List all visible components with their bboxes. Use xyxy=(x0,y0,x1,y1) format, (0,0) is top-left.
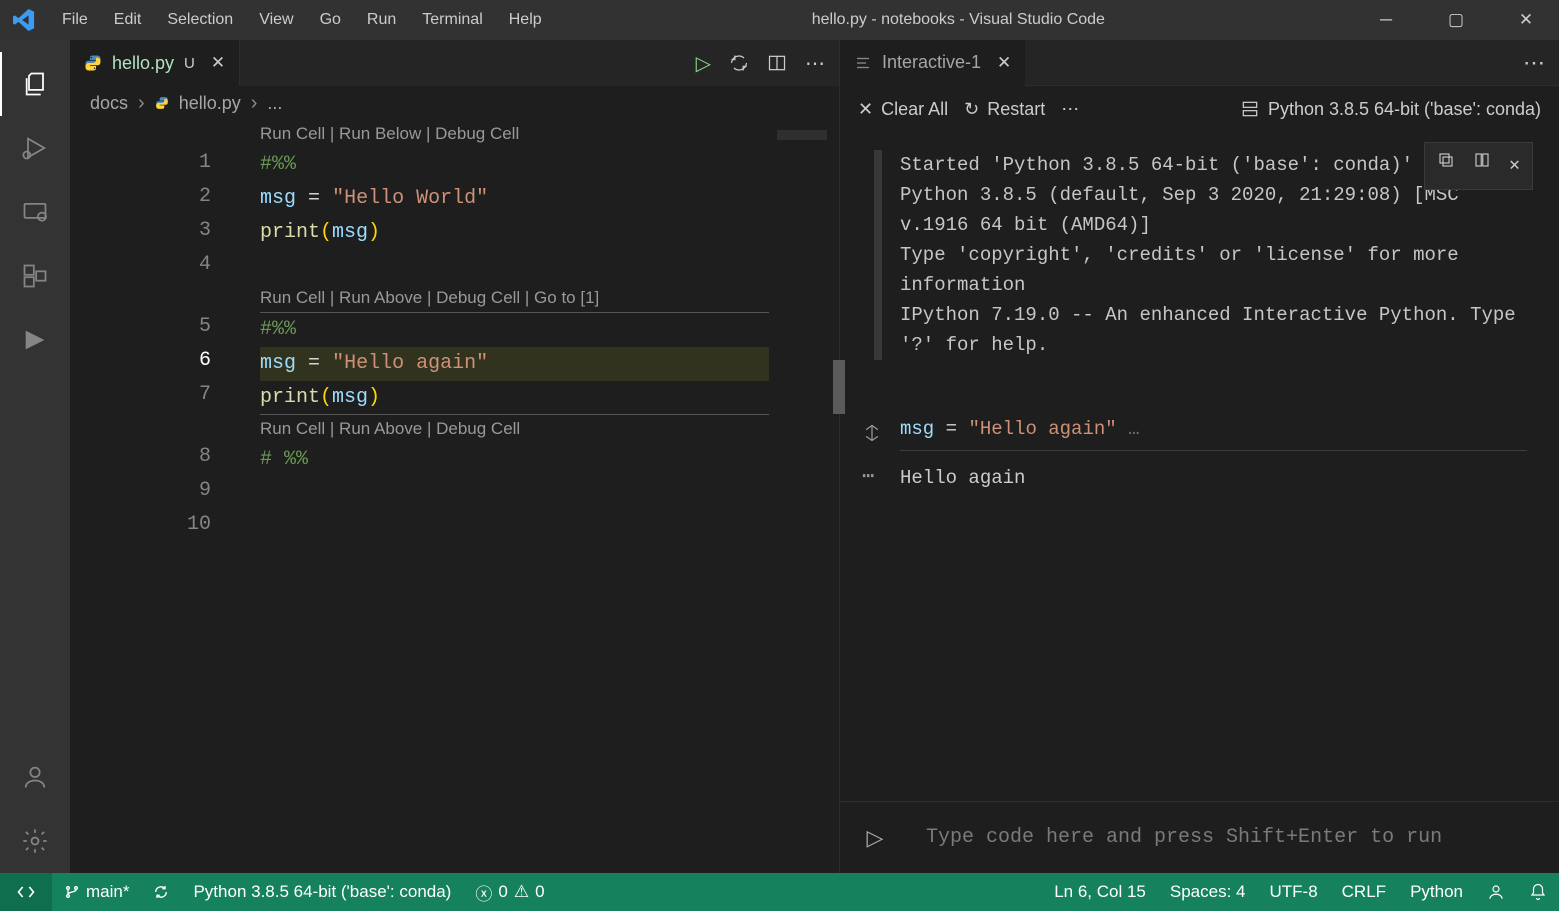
code-editor[interactable]: Run Cell | Run Below | Debug Cell 1234 5… xyxy=(70,120,839,873)
run-cell-icon[interactable] xyxy=(729,53,749,73)
editor-actions: ▷ ⋯ xyxy=(696,51,839,76)
language-mode[interactable]: Python xyxy=(1398,882,1475,902)
goto-code-icon[interactable] xyxy=(1473,151,1491,181)
tab-hello-py[interactable]: hello.py U ✕ xyxy=(70,40,240,86)
problems-indicator[interactable]: ⓧ0 ⚠0 xyxy=(463,880,556,905)
interactive-input[interactable] xyxy=(910,826,1559,849)
kernel-picker[interactable]: Python 3.8.5 64-bit ('base': conda) xyxy=(1240,99,1541,120)
close-icon: ✕ xyxy=(858,99,873,120)
maximize-button[interactable]: ▢ xyxy=(1433,10,1479,30)
menu-bar: File Edit Selection View Go Run Terminal… xyxy=(50,5,554,35)
server-icon xyxy=(1240,99,1260,119)
tab-modified-indicator: U xyxy=(184,55,195,72)
more-actions-icon[interactable]: ⋯ xyxy=(1061,99,1079,120)
menu-edit[interactable]: Edit xyxy=(102,5,154,35)
jupyter-icon[interactable] xyxy=(0,308,70,372)
menu-help[interactable]: Help xyxy=(497,5,554,35)
run-debug-icon[interactable] xyxy=(0,116,70,180)
accounts-icon[interactable] xyxy=(0,745,70,809)
copy-icon[interactable] xyxy=(1437,151,1455,181)
close-tab-icon[interactable]: ✕ xyxy=(997,53,1011,73)
cell-toolbar: ✕ xyxy=(1424,142,1533,190)
editor-tab-bar: hello.py U ✕ ▷ ⋯ xyxy=(70,40,839,86)
window-title: hello.py - notebooks - Visual Studio Cod… xyxy=(554,11,1363,29)
restart-icon: ↻ xyxy=(964,99,979,120)
restart-button[interactable]: ↻ Restart xyxy=(964,99,1045,120)
encoding[interactable]: UTF-8 xyxy=(1257,882,1329,902)
tab-label: hello.py xyxy=(112,53,174,74)
menu-file[interactable]: File xyxy=(50,5,100,35)
input-cell-code: msg = "Hello again" … xyxy=(900,414,1527,451)
feedback-icon[interactable] xyxy=(1475,883,1517,901)
cell-indicator xyxy=(874,150,882,360)
editor-group: hello.py U ✕ ▷ ⋯ docs › xyxy=(70,40,840,873)
vscode-logo-icon xyxy=(10,9,38,31)
chevron-right-icon: › xyxy=(138,92,145,115)
remote-explorer-icon[interactable] xyxy=(0,180,70,244)
activity-bar xyxy=(0,40,70,873)
remote-indicator[interactable] xyxy=(0,873,52,911)
more-actions-icon[interactable]: ⋯ xyxy=(805,51,825,76)
split-editor-icon[interactable] xyxy=(767,53,787,73)
explorer-icon[interactable] xyxy=(0,52,70,116)
python-file-icon xyxy=(84,54,102,72)
menu-selection[interactable]: Selection xyxy=(155,5,245,35)
extensions-icon[interactable] xyxy=(0,244,70,308)
menu-run[interactable]: Run xyxy=(355,5,408,35)
output-marker-icon: ⋯ xyxy=(862,463,874,493)
settings-gear-icon[interactable] xyxy=(0,809,70,873)
execute-input-icon[interactable]: ▷ xyxy=(840,825,910,851)
interactive-toolbar: ✕ Clear All ↻ Restart ⋯ Python 3.8.5 64-… xyxy=(840,86,1559,132)
delete-cell-icon[interactable]: ✕ xyxy=(1509,151,1520,181)
status-bar: main* Python 3.8.5 64-bit ('base': conda… xyxy=(0,873,1559,911)
interactive-tab-bar: Interactive-1 ✕ ⋯ xyxy=(840,40,1559,86)
breadcrumb-tail[interactable]: ... xyxy=(267,93,282,114)
more-actions-icon[interactable]: ⋯ xyxy=(1523,50,1559,76)
title-bar: File Edit Selection View Go Run Terminal… xyxy=(0,0,1559,40)
execute-icon[interactable] xyxy=(862,423,882,443)
interactive-output[interactable]: ✕ Started 'Python 3.8.5 64-bit ('base': … xyxy=(840,132,1559,801)
cursor-position[interactable]: Ln 6, Col 15 xyxy=(1042,882,1158,902)
close-window-button[interactable]: ✕ xyxy=(1503,10,1549,30)
breadcrumb-root[interactable]: docs xyxy=(90,93,128,114)
breadcrumb[interactable]: docs › hello.py › ... xyxy=(70,86,839,120)
sync-button[interactable] xyxy=(141,884,181,900)
chevron-right-icon: › xyxy=(251,92,258,115)
indentation[interactable]: Spaces: 4 xyxy=(1158,882,1258,902)
git-branch[interactable]: main* xyxy=(52,882,141,902)
python-file-icon xyxy=(155,96,169,110)
line-number-gutter: 1234 567 8910 xyxy=(70,120,235,542)
window-controls: ─ ▢ ✕ xyxy=(1363,10,1549,30)
python-interpreter[interactable]: Python 3.8.5 64-bit ('base': conda) xyxy=(181,882,463,902)
output-text: Hello again xyxy=(900,463,1025,493)
breadcrumb-file[interactable]: hello.py xyxy=(179,93,241,114)
minimap[interactable] xyxy=(769,120,839,873)
clear-all-button[interactable]: ✕ Clear All xyxy=(858,99,948,120)
eol[interactable]: CRLF xyxy=(1330,882,1398,902)
close-tab-icon[interactable]: ✕ xyxy=(211,53,225,73)
run-file-icon[interactable]: ▷ xyxy=(696,51,711,76)
notifications-icon[interactable] xyxy=(1517,883,1559,901)
menu-terminal[interactable]: Terminal xyxy=(410,5,494,35)
interactive-icon xyxy=(854,54,872,72)
interactive-input-bar: ▷ xyxy=(840,801,1559,873)
tab-label: Interactive-1 xyxy=(882,52,981,73)
menu-view[interactable]: View xyxy=(247,5,305,35)
interactive-window: Interactive-1 ✕ ⋯ ✕ Clear All ↻ Restart … xyxy=(840,40,1559,873)
tab-interactive-1[interactable]: Interactive-1 ✕ xyxy=(840,40,1025,86)
menu-go[interactable]: Go xyxy=(308,5,353,35)
minimize-button[interactable]: ─ xyxy=(1363,10,1409,30)
